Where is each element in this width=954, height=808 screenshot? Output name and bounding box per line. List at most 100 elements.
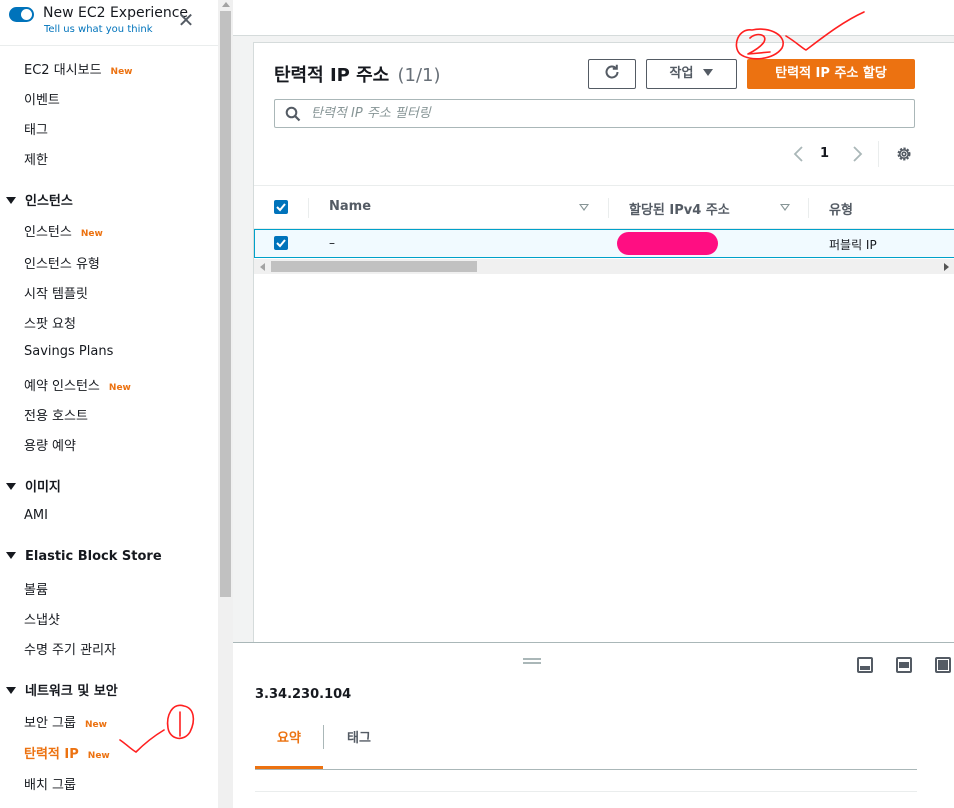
sidebar-item-label: 제한 [24, 153, 48, 168]
sidebar-item-label: EC2 대시보드 [24, 63, 102, 78]
sidebar-item-launch-templates[interactable]: 시작 템플릿 [24, 283, 88, 302]
panel-side-position-icon[interactable] [896, 657, 912, 673]
check-icon [276, 203, 286, 212]
sidebar-section-instances[interactable]: 인스턴스 [6, 190, 73, 209]
sidebar-section-ebs[interactable]: Elastic Block Store [6, 549, 162, 564]
refresh-button[interactable] [588, 59, 636, 89]
horizontal-scrollbar-thumb[interactable] [271, 261, 477, 272]
panel-full-position-icon[interactable] [935, 657, 951, 673]
sidebar-section-network-security[interactable]: 네트워크 및 보안 [6, 680, 118, 699]
sidebar-item-instances[interactable]: 인스턴스 New [24, 221, 103, 240]
new-badge: New [84, 720, 107, 730]
sort-icon[interactable] [579, 204, 589, 211]
cell-type: 퍼블릭 IP [829, 238, 877, 252]
redacted-ipv4-address [617, 232, 718, 255]
sidebar-item-label: 용량 예약 [24, 439, 76, 454]
detail-tabs: 요약 태그 [255, 725, 917, 770]
actions-dropdown-button[interactable]: 작업 [646, 59, 737, 89]
split-panel: 3.34.230.104 요약 태그 [233, 642, 954, 808]
sidebar-section-images[interactable]: 이미지 [6, 476, 61, 495]
sidebar-item-label: 스냅샷 [24, 613, 60, 628]
row-checkbox[interactable] [274, 236, 288, 250]
sidebar: New EC2 Experience Tell us what you thin… [0, 0, 218, 808]
check-icon [276, 239, 286, 248]
sidebar-item-lifecycle-manager[interactable]: 수명 주기 관리자 [24, 639, 116, 658]
new-badge: New [87, 751, 110, 761]
sidebar-section-label: 인스턴스 [25, 194, 73, 209]
sidebar-item-label: 인스턴스 유형 [24, 257, 100, 272]
chevron-right-icon[interactable] [849, 143, 865, 165]
table-horizontal-scrollbar[interactable] [254, 259, 954, 274]
sidebar-item-label: 스팟 요청 [24, 317, 76, 332]
select-all-checkbox[interactable] [274, 200, 288, 214]
page-title: 탄력적 IP 주소 (1/1) [274, 61, 441, 87]
sidebar-item-label: 수명 주기 관리자 [24, 643, 116, 658]
cell-name: – [329, 236, 335, 250]
sidebar-nav: EC2 대시보드 New 이벤트 태그 제한 인스턴스 인스턴스 New 인스턴스 … [0, 0, 218, 808]
search-icon [285, 106, 301, 122]
scroll-left-arrow-icon[interactable] [260, 263, 265, 271]
caret-down-icon [703, 69, 714, 76]
sidebar-item-placement-groups[interactable]: 배치 그룹 [24, 774, 76, 793]
sidebar-section-label: Elastic Block Store [25, 549, 162, 564]
allocate-elastic-ip-button[interactable]: 탄력적 IP 주소 할당 [747, 59, 915, 89]
sidebar-item-volumes[interactable]: 볼륨 [24, 579, 48, 598]
sidebar-section-label: 이미지 [25, 480, 61, 495]
sort-icon[interactable] [780, 204, 790, 211]
sidebar-item-ami[interactable]: AMI [24, 508, 48, 523]
sidebar-item-label: 전용 호스트 [24, 409, 88, 424]
scroll-right-arrow-icon[interactable] [944, 263, 949, 271]
search-box [274, 99, 915, 128]
sidebar-item-events[interactable]: 이벤트 [24, 89, 60, 108]
column-divider [808, 198, 809, 218]
sidebar-item-savings-plans[interactable]: Savings Plans [24, 344, 113, 359]
sidebar-section-label: 네트워크 및 보안 [25, 684, 118, 699]
item-count: (1/1) [397, 65, 441, 86]
sidebar-item-label: 인스턴스 [24, 225, 72, 240]
page-number[interactable]: 1 [820, 146, 829, 161]
sidebar-scrollbar-thumb[interactable] [220, 11, 231, 597]
panel-bottom-position-icon[interactable] [857, 657, 873, 673]
new-badge: New [80, 229, 103, 239]
sidebar-item-instance-types[interactable]: 인스턴스 유형 [24, 253, 100, 272]
sidebar-item-label: 배치 그룹 [24, 778, 76, 793]
search-input[interactable] [311, 100, 901, 127]
tab-summary[interactable]: 요약 [255, 725, 323, 769]
sidebar-item-ec2-dashboard[interactable]: EC2 대시보드 New [24, 59, 133, 78]
sidebar-item-label: 이벤트 [24, 93, 60, 108]
sidebar-item-label: 보안 그룹 [24, 716, 76, 731]
main-content: 탄력적 IP 주소 (1/1) 작업 탄력적 IP 주소 할당 1 [233, 0, 954, 808]
gear-icon[interactable] [894, 144, 914, 164]
caret-down-icon [6, 483, 16, 490]
caret-down-icon [6, 687, 16, 694]
sidebar-item-limits[interactable]: 제한 [24, 149, 48, 168]
sidebar-item-spot-requests[interactable]: 스팟 요청 [24, 313, 76, 332]
column-header-name[interactable]: Name [329, 199, 371, 214]
table-row[interactable]: – 퍼블릭 IP [254, 229, 954, 258]
new-badge: New [108, 383, 131, 393]
divider [255, 791, 917, 792]
sidebar-item-label: 시작 템플릿 [24, 287, 88, 302]
column-header-ipv4[interactable]: 할당된 IPv4 주소 [629, 199, 730, 218]
sidebar-item-capacity-reservations[interactable]: 용량 예약 [24, 435, 76, 454]
column-header-type[interactable]: 유형 [829, 199, 853, 218]
scroll-up-arrow-icon[interactable] [222, 2, 230, 7]
page-title-text: 탄력적 IP 주소 [274, 65, 390, 86]
pager-divider [878, 141, 879, 167]
sidebar-item-security-groups[interactable]: 보안 그룹 New [24, 712, 107, 731]
sidebar-item-label: Savings Plans [24, 344, 114, 359]
sidebar-item-label: 탄력적 IP [24, 747, 79, 762]
sidebar-item-reserved-instances[interactable]: 예약 인스턴스 New [24, 375, 131, 394]
elastic-ip-table-container: 탄력적 IP 주소 (1/1) 작업 탄력적 IP 주소 할당 1 [253, 42, 954, 642]
table-header: Name 할당된 IPv4 주소 유형 [254, 185, 954, 229]
sidebar-item-label: 예약 인스턴스 [24, 379, 100, 394]
sidebar-item-tags[interactable]: 태그 [24, 119, 48, 138]
sidebar-item-dedicated-hosts[interactable]: 전용 호스트 [24, 405, 88, 424]
actions-label: 작업 [669, 66, 694, 81]
sidebar-item-snapshots[interactable]: 스냅샷 [24, 609, 60, 628]
sidebar-item-elastic-ip[interactable]: 탄력적 IP New [24, 743, 110, 762]
column-divider [608, 198, 609, 218]
split-panel-resize-handle[interactable] [523, 658, 541, 664]
tab-tags[interactable]: 태그 [324, 725, 394, 769]
chevron-left-icon[interactable] [791, 143, 807, 165]
